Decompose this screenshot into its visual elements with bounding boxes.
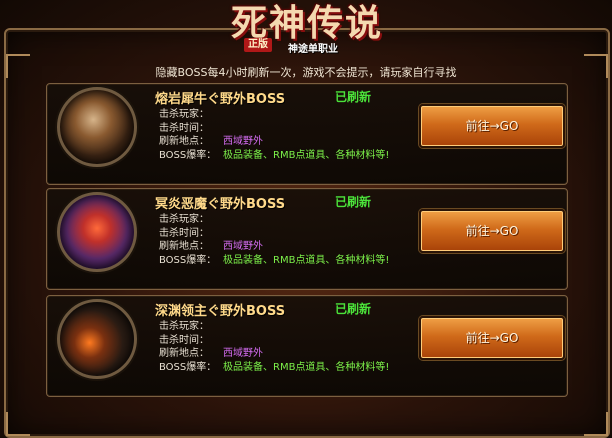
- boss-name: 冥炎恶魔ぐ野外BOSS: [155, 197, 286, 212]
- drop-label: BOSS爆率：: [159, 361, 217, 373]
- game-logo: 死神传说 正版 神途单职业: [196, 0, 418, 60]
- refresh-status: 已刷新: [335, 90, 372, 104]
- goto-button[interactable]: 前往→GO: [419, 104, 565, 148]
- location-value: 西域野外: [223, 136, 263, 147]
- drop-value: 极品装备、RMB点道具、各种材料等!: [223, 254, 390, 266]
- boss-portrait: [57, 87, 137, 167]
- boss-info: 击杀玩家： 击杀时间： 刷新地点： 西域野外 BOSS爆率： 极品装备、RMB点道具…: [159, 320, 389, 374]
- drop-value: 极品装备、RMB点道具、各种材料等!: [223, 361, 390, 373]
- location-label: 刷新地点：: [159, 136, 209, 147]
- boss-name: 深渊领主ぐ野外BOSS: [155, 304, 286, 319]
- kill-time-label: 击杀时间：: [159, 122, 209, 134]
- corner-ornament: [584, 412, 608, 436]
- corner-ornament: [6, 412, 30, 436]
- boss-portrait: [57, 299, 137, 379]
- drop-label: BOSS爆率：: [159, 254, 217, 266]
- drop-label: BOSS爆率：: [159, 149, 217, 161]
- drop-value: 极品装备、RMB点道具、各种材料等!: [223, 149, 390, 161]
- boss-card: 深渊领主ぐ野外BOSS 已刷新 击杀玩家： 击杀时间： 刷新地点： 西域野外 BO…: [46, 295, 568, 397]
- boss-info: 击杀玩家： 击杀时间： 刷新地点： 西域野外 BOSS爆率： 极品装备、RMB点道具…: [159, 108, 389, 162]
- location-label: 刷新地点：: [159, 241, 209, 252]
- kill-time-label: 击杀时间：: [159, 227, 209, 239]
- killer-label: 击杀玩家：: [159, 109, 209, 120]
- kill-time-label: 击杀时间：: [159, 334, 209, 346]
- goto-button[interactable]: 前往→GO: [419, 209, 565, 253]
- boss-portrait: [57, 192, 137, 272]
- location-label: 刷新地点：: [159, 348, 209, 359]
- refresh-status: 已刷新: [335, 302, 372, 316]
- boss-name: 熔岩犀牛ぐ野外BOSS: [155, 92, 286, 107]
- logo-badge: 正版: [244, 38, 272, 52]
- boss-card: 熔岩犀牛ぐ野外BOSS 已刷新 击杀玩家： 击杀时间： 刷新地点： 西域野外 BO…: [46, 83, 568, 185]
- location-value: 西域野外: [223, 348, 263, 359]
- killer-label: 击杀玩家：: [159, 321, 209, 332]
- goto-button[interactable]: 前往→GO: [419, 316, 565, 360]
- killer-label: 击杀玩家：: [159, 214, 209, 225]
- boss-info: 击杀玩家： 击杀时间： 刷新地点： 西域野外 BOSS爆率： 极品装备、RMB点道具…: [159, 213, 389, 267]
- location-value: 西域野外: [223, 241, 263, 252]
- logo-subtitle: 神途单职业: [288, 44, 338, 55]
- boss-card: 冥炎恶魔ぐ野外BOSS 已刷新 击杀玩家： 击杀时间： 刷新地点： 西域野外 BO…: [46, 188, 568, 290]
- refresh-status: 已刷新: [335, 195, 372, 209]
- notice-text: 隐藏BOSS每4小时刷新一次，游戏不会提示，请玩家自行寻找: [155, 66, 457, 79]
